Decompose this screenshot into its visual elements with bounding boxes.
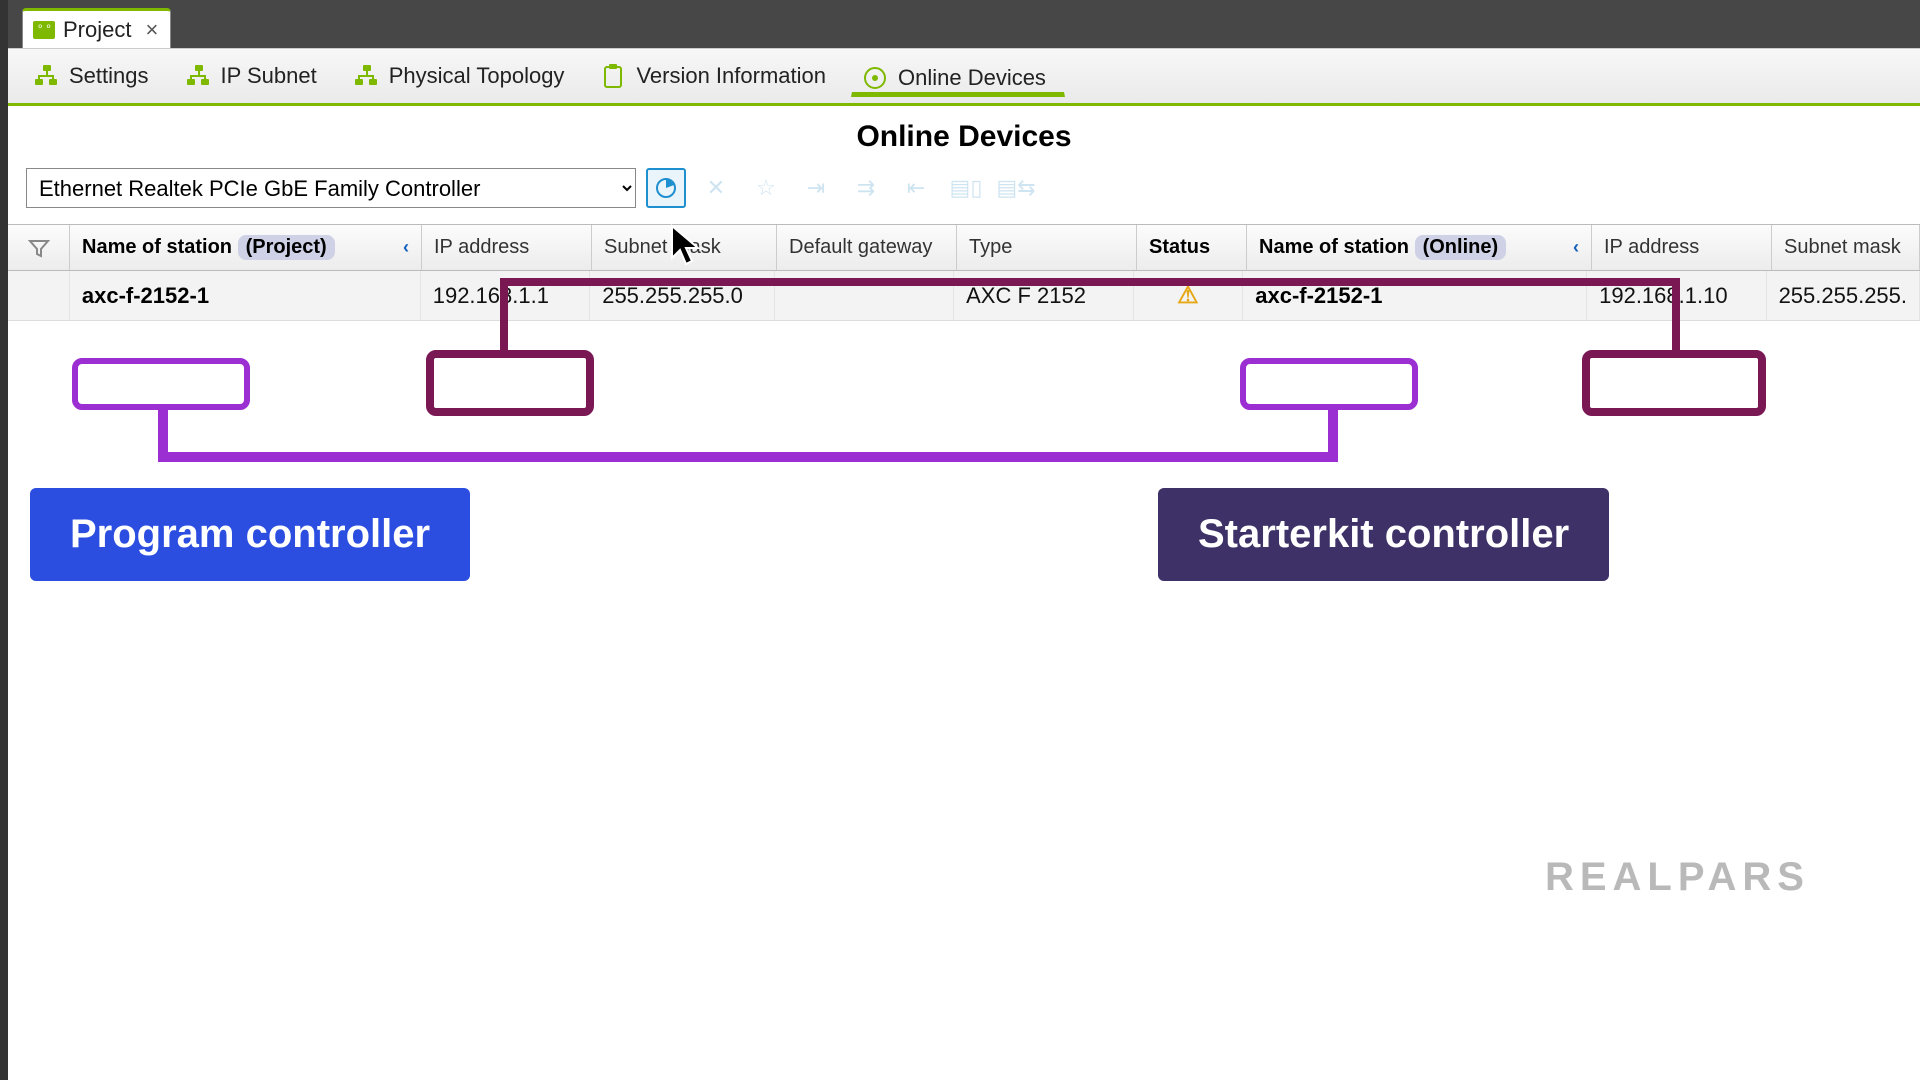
view-tab-bar: Settings IP Subnet Physical Topology Ver… xyxy=(8,48,1920,106)
col-subnet-project[interactable]: Subnet mask xyxy=(592,225,777,270)
cell-ip-project: 192.168.1.1 xyxy=(421,271,590,320)
toolbar: Ethernet Realtek PCIe GbE Family Control… xyxy=(8,164,1920,218)
col-name-online[interactable]: Name of station (Online) ‹ xyxy=(1247,225,1592,270)
tab-online-devices-label: Online Devices xyxy=(898,65,1046,91)
col-type[interactable]: Type xyxy=(957,225,1137,270)
col-gateway[interactable]: Default gateway xyxy=(777,225,957,270)
row-selector[interactable] xyxy=(8,271,70,320)
annotation-connector-horiz xyxy=(158,452,1338,462)
tab-settings[interactable]: Settings xyxy=(22,56,168,96)
tab-ip-subnet-label: IP Subnet xyxy=(221,63,317,89)
cell-gateway xyxy=(775,271,954,320)
col-name-project[interactable]: Name of station (Project) ‹ xyxy=(70,225,422,270)
subnet-tree-icon xyxy=(185,63,211,89)
settings-tree-icon xyxy=(33,63,59,89)
revert-button[interactable]: ⇤ xyxy=(896,168,936,208)
page-title: Online Devices xyxy=(8,106,1920,164)
tab-settings-label: Settings xyxy=(69,63,149,89)
delete-button[interactable]: ✕ xyxy=(696,168,736,208)
cell-subnet-project: 255.255.255.0 xyxy=(590,271,774,320)
tab-online-devices[interactable]: Online Devices xyxy=(851,58,1065,97)
filter-icon[interactable] xyxy=(8,225,70,270)
network-adapter-select[interactable]: Ethernet Realtek PCIe GbE Family Control… xyxy=(26,168,636,208)
online-radar-icon xyxy=(862,65,888,91)
cell-status: ⚠ xyxy=(1134,271,1244,320)
clipboard-icon xyxy=(600,63,626,89)
cell-subnet-online: 255.255.255. xyxy=(1767,271,1920,320)
col-subnet-online[interactable]: Subnet mask xyxy=(1772,225,1920,270)
cell-name-online: axc-f-2152-1 xyxy=(1243,271,1587,320)
assign-all-button[interactable]: ⇉ xyxy=(846,168,886,208)
collapse-left-icon[interactable]: ‹ xyxy=(403,237,409,258)
scan-button[interactable] xyxy=(646,168,686,208)
content-pane: Online Devices Ethernet Realtek PCIe GbE… xyxy=(8,106,1920,1080)
project-tab[interactable]: Project × xyxy=(22,8,171,48)
col-name-project-text: Name of station xyxy=(82,236,232,259)
highlight-button[interactable]: ☆ xyxy=(746,168,786,208)
tab-physical-topology-label: Physical Topology xyxy=(389,63,565,89)
col-ip-project[interactable]: IP address xyxy=(422,225,592,270)
watermark: REALPARS xyxy=(1545,855,1810,900)
file-tab-strip: Project × xyxy=(8,0,1920,48)
tab-ip-subnet[interactable]: IP Subnet xyxy=(174,56,336,96)
collapse-right-icon[interactable]: ‹ xyxy=(1573,237,1579,258)
online-badge: (Online) xyxy=(1415,235,1507,260)
tab-physical-topology[interactable]: Physical Topology xyxy=(342,56,584,96)
col-name-online-text: Name of station xyxy=(1259,236,1409,259)
table-row[interactable]: axc-f-2152-1 192.168.1.1 255.255.255.0 A… xyxy=(8,271,1920,321)
project-badge: (Project) xyxy=(238,235,335,260)
col-ip-online[interactable]: IP address xyxy=(1592,225,1772,270)
callout-program-controller: Program controller xyxy=(30,488,470,581)
tab-version-info-label: Version Information xyxy=(636,63,826,89)
cell-type: AXC F 2152 xyxy=(954,271,1133,320)
callout-starterkit-controller: Starterkit controller xyxy=(1158,488,1609,581)
project-tab-label: Project xyxy=(63,17,131,43)
annotation-connector-vert-right xyxy=(1328,410,1338,460)
topology-tree-icon xyxy=(353,63,379,89)
cell-name-project: axc-f-2152-1 xyxy=(70,271,421,320)
cell-ip-online: 192.168.1.10 xyxy=(1587,271,1766,320)
assign-button[interactable]: ⇥ xyxy=(796,168,836,208)
project-icon xyxy=(33,21,55,39)
warning-icon: ⚠ xyxy=(1177,281,1199,310)
close-icon[interactable]: × xyxy=(145,17,158,43)
device-group-button[interactable]: ▤▯ xyxy=(946,168,986,208)
device-compare-button[interactable]: ▤⇆ xyxy=(996,168,1036,208)
tab-version-information[interactable]: Version Information xyxy=(589,56,845,96)
table-header: Name of station (Project) ‹ IP address S… xyxy=(8,224,1920,271)
col-status[interactable]: Status xyxy=(1137,225,1247,270)
